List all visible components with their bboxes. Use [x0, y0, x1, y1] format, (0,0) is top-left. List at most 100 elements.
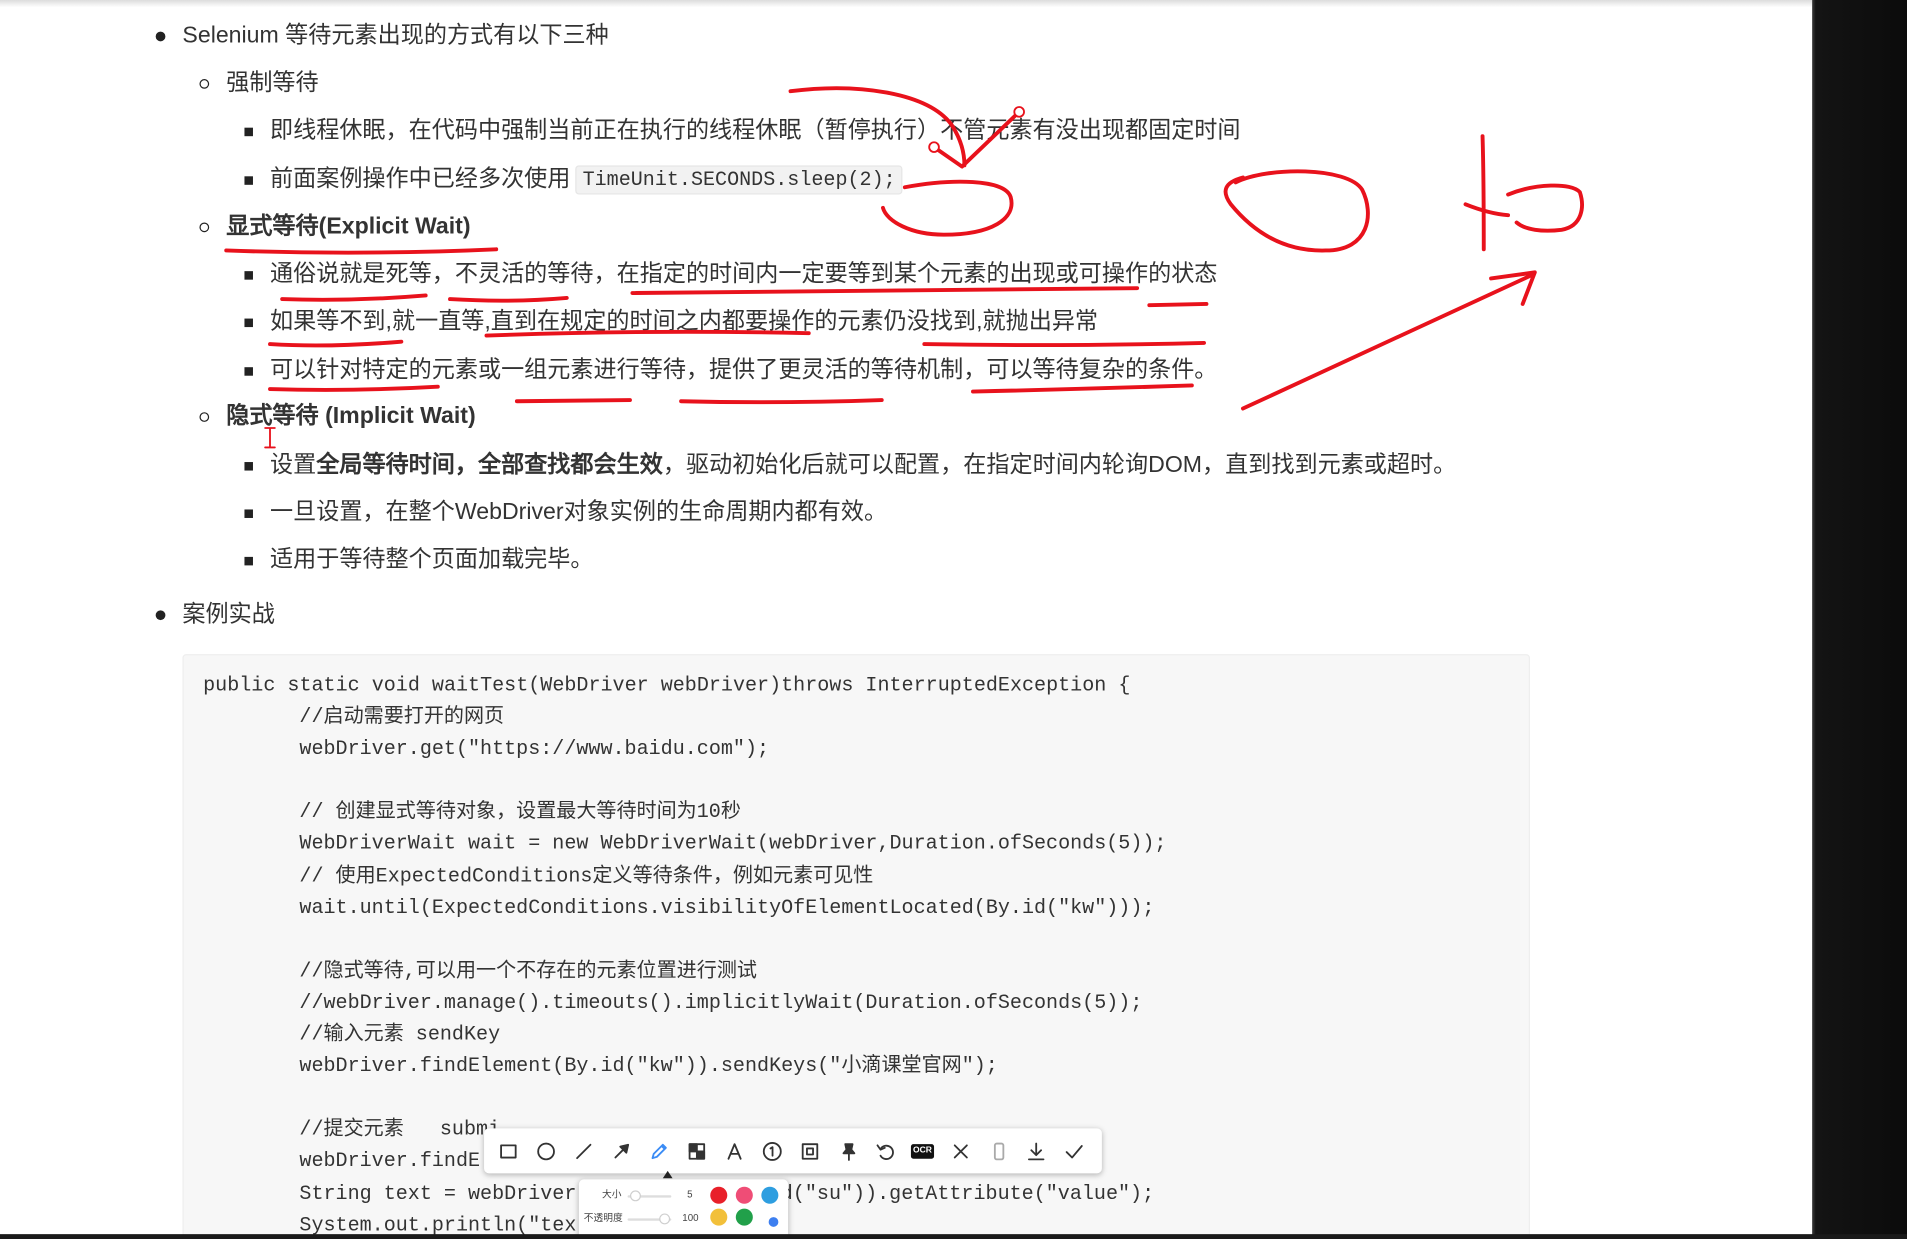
- ink-underline: [224, 247, 499, 255]
- bullet-square: [244, 508, 253, 518]
- confirm-button[interactable]: [1054, 1132, 1092, 1170]
- bullet-square: [244, 461, 253, 470]
- forced-wait-point-text: 前面案例操作中已经多次使用: [269, 166, 571, 193]
- implicit-point-text: ，驱动初始化后就可以配置，在指定时间内轮询DOM，直到找到元素或超时。: [662, 452, 1457, 478]
- implicit-wait-title: 隐式等待 (Implicit Wait): [226, 403, 476, 430]
- pin-icon: [841, 1142, 855, 1161]
- screen: Selenium 等待元素出现的方式有以下三种 强制等待 即线程休眠，在代码中强…: [0, 0, 1907, 1239]
- color-swatch-blue[interactable]: [761, 1186, 779, 1204]
- implicit-point-bold-text: 全局等待时间，全部查找都会生效: [316, 452, 663, 478]
- color-swatch-green[interactable]: [735, 1208, 753, 1226]
- check-icon: [1065, 1144, 1083, 1158]
- screenshot-toolbar: OCR: [484, 1128, 1102, 1174]
- size-value: 5: [687, 1189, 693, 1201]
- pen-settings-panel: 大小 5 不透明度 100: [578, 1179, 789, 1239]
- bullet-square: [244, 366, 253, 376]
- arrow-tool-button[interactable]: [602, 1132, 640, 1170]
- ink-underline: [268, 339, 404, 348]
- opacity-label: 不透明度: [583, 1212, 623, 1224]
- implicit-wait-point: 一旦设置，在整个WebDriver对象实例的生命周期内都有效。: [269, 499, 888, 526]
- ink-long-arrow: [1241, 272, 1535, 411]
- panel-pointer: [662, 1170, 673, 1179]
- top-shadow: [0, 0, 1813, 8]
- bullet-square: [244, 556, 253, 565]
- cancel-button[interactable]: [941, 1132, 979, 1170]
- opacity-slider-knob[interactable]: [659, 1213, 671, 1225]
- bullet-square: [244, 270, 253, 280]
- ink-circle-stroke: [1223, 169, 1370, 253]
- pin-button[interactable]: [828, 1132, 866, 1170]
- ink-box-stroke: [1506, 183, 1584, 233]
- ink-underline: [922, 340, 1206, 348]
- explicit-wait-title: 显式等待(Explicit Wait): [226, 213, 471, 240]
- close-icon: [953, 1143, 968, 1158]
- case-heading: 案例实战: [182, 601, 275, 628]
- frame-tool-button[interactable]: [791, 1132, 829, 1170]
- ink-underline: [1147, 302, 1209, 308]
- text-icon: [726, 1142, 741, 1160]
- rectangle-icon: [499, 1143, 516, 1158]
- code-line: //输入元素 sendKey: [299, 1022, 501, 1046]
- ocr-icon: OCR: [910, 1143, 935, 1159]
- arrow-icon: [613, 1143, 629, 1158]
- ink-arrow-head: [1489, 270, 1537, 306]
- rectangle-tool-button[interactable]: [489, 1132, 527, 1170]
- code-line: //启动需要打开的网页: [299, 705, 505, 729]
- pen-tool-button[interactable]: [640, 1132, 678, 1170]
- code-line: public static void waitTest(WebDriver we…: [203, 673, 1131, 697]
- ellipse-tool-button[interactable]: [527, 1132, 565, 1170]
- outline-heading: Selenium 等待元素出现的方式有以下三种: [182, 23, 609, 49]
- explicit-wait-point: 如果等不到,就一直等,直到在规定的时间之内都要操作的元素仍没找到,就抛出异常: [269, 308, 1099, 335]
- code-line: wait.until(ExpectedConditions.visibility…: [299, 895, 1155, 919]
- frame-icon: [801, 1142, 818, 1160]
- bullet-square: [244, 175, 253, 185]
- ink-cross-stroke: [1463, 202, 1511, 218]
- ink-underline: [280, 293, 428, 302]
- size-slider-knob[interactable]: [629, 1190, 641, 1202]
- color-swatch-yellow[interactable]: [710, 1208, 728, 1226]
- text-tool-button[interactable]: [715, 1132, 753, 1170]
- bullet-square: [244, 317, 253, 327]
- ellipse-icon: [536, 1142, 555, 1160]
- undo-icon: [875, 1143, 894, 1160]
- download-icon: [1027, 1142, 1044, 1160]
- explicit-wait-point: 通俗说就是死等，不灵活的等待，在指定的时间内一定要等到某个元素的出现或可操作的状…: [269, 261, 1218, 287]
- color-swatch-red[interactable]: [710, 1186, 728, 1204]
- code-line-tail: d("su")).getAttribute("value");: [780, 1181, 1155, 1205]
- forced-wait-title: 强制等待: [226, 70, 319, 97]
- ink-underline: [514, 398, 632, 404]
- color-swatch-pink[interactable]: [735, 1186, 753, 1204]
- code-line: //webDriver.manage().timeouts().implicit…: [299, 990, 1143, 1014]
- ink-vertical-stroke: [1480, 134, 1486, 252]
- device-icon: [993, 1142, 1004, 1160]
- code-line: webDriver.get("https://www.baidu.com");: [299, 737, 770, 761]
- undo-button[interactable]: [866, 1132, 904, 1170]
- code-line: webDriver.findElement(By.id("kw")).sendK…: [299, 1054, 998, 1078]
- bullet-square: [244, 127, 253, 136]
- ocr-button[interactable]: OCR: [904, 1132, 942, 1170]
- serial-number-tool-button[interactable]: [753, 1132, 791, 1170]
- color-picker-icon[interactable]: [768, 1217, 779, 1227]
- code-line: //隐式等待,可以用一个不存在的元素位置进行测试: [299, 959, 757, 983]
- bullet-circle: [199, 221, 210, 232]
- line-icon: [575, 1143, 591, 1159]
- ink-underline: [679, 398, 884, 405]
- line-tool-button[interactable]: [564, 1132, 602, 1170]
- implicit-wait-point: 设置全局等待时间，全部查找都会生效，驱动初始化后就可以配置，在指定时间内轮询DO…: [270, 450, 1456, 482]
- forced-wait-point: 即线程休眠，在代码中强制当前正在执行的线程休眠（暂停执行）不管元素有没出现都固定…: [269, 117, 1241, 144]
- forced-wait-point: 前面案例操作中已经多次使用 TimeUnit.SECONDS.sleep(2);: [270, 164, 903, 196]
- download-button[interactable]: [1017, 1132, 1055, 1170]
- implicit-wait-point: 适用于等待整个页面加载完毕。: [269, 547, 594, 573]
- screen-edge-right: [1812, 0, 1907, 1239]
- code-line: WebDriverWait wait = new WebDriverWait(w…: [299, 832, 1167, 856]
- explicit-wait-point: 可以针对特定的元素或一组元素进行等待，提供了更灵活的等待机制，可以等待复杂的条件…: [269, 357, 1218, 384]
- size-label: 大小: [602, 1189, 622, 1201]
- mosaic-tool-button[interactable]: [677, 1132, 715, 1170]
- device-button[interactable]: [979, 1132, 1017, 1170]
- pen-icon: [650, 1143, 667, 1159]
- bullet-disc: [155, 610, 166, 621]
- inline-code: TimeUnit.SECONDS.sleep(2);: [575, 165, 903, 195]
- code-line: // 创建显式等待对象，设置最大等待时间为10秒: [299, 800, 741, 824]
